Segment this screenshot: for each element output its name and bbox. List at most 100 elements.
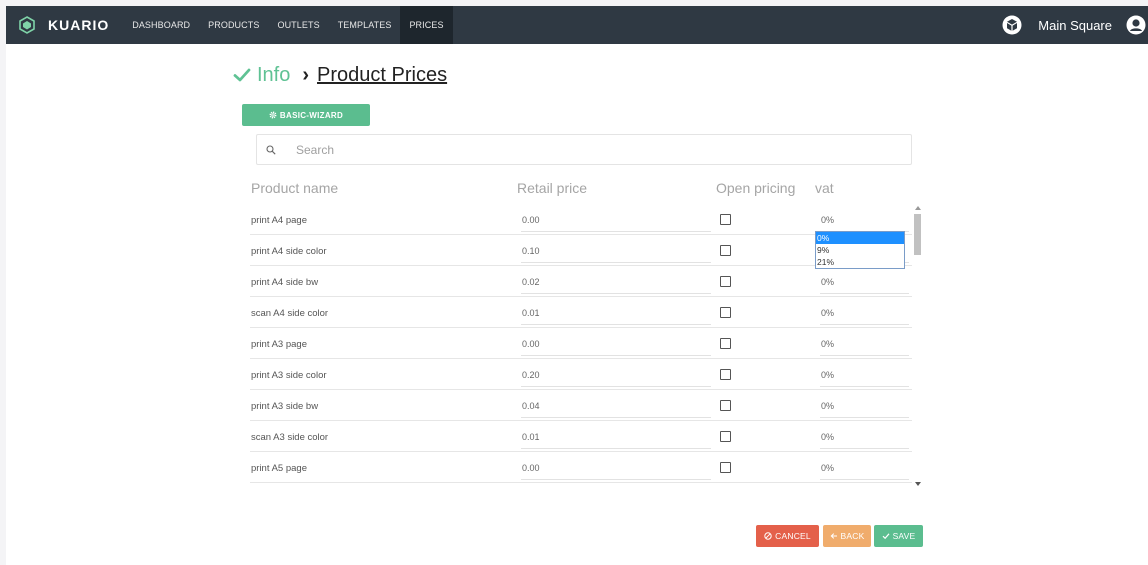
open-pricing-checkbox[interactable] <box>720 245 731 256</box>
vat-option-21[interactable]: 21% <box>816 256 904 268</box>
table-row: print A3 page 0.00 0% <box>250 328 912 359</box>
search-box[interactable] <box>256 134 912 165</box>
table-row: print A4 side bw 0.02 0% <box>250 266 912 297</box>
nav-item-products[interactable]: PRODUCTS <box>199 6 268 44</box>
vat-value: 0% <box>821 370 835 380</box>
vat-value: 0% <box>821 277 835 287</box>
cancel-icon <box>764 532 772 540</box>
check-small-icon <box>882 533 890 540</box>
retail-price-input[interactable]: 0.04 <box>521 398 711 418</box>
retail-price-value: 0.00 <box>522 463 540 473</box>
product-name: print A4 side bw <box>251 277 319 288</box>
product-name: print A4 page <box>251 215 307 226</box>
table-row: scan A3 side color 0.01 0% <box>250 421 912 452</box>
basic-wizard-button[interactable]: BASIC-WIZARD <box>242 104 370 126</box>
product-name: print A3 side color <box>251 370 327 381</box>
brand-name: KUARIO <box>48 17 110 33</box>
table-header: Product name Retail price Open pricing v… <box>6 180 1148 200</box>
user-icon[interactable] <box>1126 15 1146 35</box>
outlet-name[interactable]: Main Square <box>1038 18 1112 33</box>
vat-select[interactable]: 0% <box>820 429 909 449</box>
retail-price-input[interactable]: 0.01 <box>521 429 711 449</box>
nav-right: Main Square <box>1002 6 1148 44</box>
vat-select[interactable]: 0% <box>820 336 909 356</box>
back-label: BACK <box>840 531 865 541</box>
search-icon <box>266 144 276 155</box>
scroll-down-arrow-icon[interactable] <box>915 482 921 486</box>
breadcrumb-separator: › <box>302 63 310 86</box>
basic-wizard-label: BASIC-WIZARD <box>279 110 344 120</box>
breadcrumb-step-info[interactable]: Info <box>257 64 290 87</box>
vat-value: 0% <box>821 463 835 473</box>
vat-value: 0% <box>821 401 835 411</box>
table-row: print A4 page 0.00 0% <box>250 204 912 235</box>
vat-select[interactable]: 0% <box>820 212 909 232</box>
back-button[interactable]: BACK <box>823 525 871 547</box>
scrollbar-thumb[interactable] <box>914 214 921 255</box>
nav-item-templates[interactable]: TEMPLATES <box>329 6 401 44</box>
retail-price-input[interactable]: 0.00 <box>521 212 711 232</box>
vat-select[interactable]: 0% <box>820 367 909 387</box>
row-divider <box>250 482 912 483</box>
search-input[interactable] <box>294 141 878 158</box>
product-name: print A4 side color <box>251 246 327 257</box>
open-pricing-checkbox[interactable] <box>720 400 731 411</box>
breadcrumb: Info › Product Prices <box>233 60 447 90</box>
open-pricing-checkbox[interactable] <box>720 431 731 442</box>
vat-value: 0% <box>821 215 835 225</box>
check-icon <box>233 68 251 82</box>
column-header-vat: vat <box>815 180 834 196</box>
column-header-retail-price: Retail price <box>517 180 588 196</box>
table-row: scan A4 side color 0.01 0% <box>250 297 912 328</box>
vat-select[interactable]: 0% <box>820 398 909 418</box>
retail-price-input[interactable]: 0.01 <box>521 305 711 325</box>
open-pricing-checkbox[interactable] <box>720 307 731 318</box>
vat-select[interactable]: 0% <box>820 305 909 325</box>
cancel-button[interactable]: CANCEL <box>756 525 819 547</box>
table-row: print A5 page 0.00 0% <box>250 452 912 483</box>
table-row: print A3 side color 0.20 0% <box>250 359 912 390</box>
vat-value: 0% <box>821 432 835 442</box>
main-nav: DASHBOARD PRODUCTS OUTLETS TEMPLATES PRI… <box>123 6 453 44</box>
open-pricing-checkbox[interactable] <box>720 369 731 380</box>
retail-price-value: 0.01 <box>522 432 540 442</box>
table-row: print A4 side color 0.10 0% <box>250 235 912 266</box>
product-name: scan A3 side color <box>251 432 329 443</box>
table-body: print A4 page 0.00 0% print A4 side colo… <box>250 204 912 486</box>
open-pricing-checkbox[interactable] <box>720 338 731 349</box>
retail-price-input[interactable]: 0.10 <box>521 243 711 263</box>
brand[interactable]: KUARIO <box>18 16 109 34</box>
retail-price-value: 0.04 <box>522 401 540 411</box>
nav-item-prices[interactable]: PRICES <box>400 6 453 44</box>
product-name: print A3 page <box>251 339 307 350</box>
nav-item-dashboard[interactable]: DASHBOARD <box>123 6 199 44</box>
table-scrollbar[interactable] <box>913 206 923 486</box>
vat-select[interactable]: 0% <box>820 274 909 294</box>
top-navbar: KUARIO DASHBOARD PRODUCTS OUTLETS TEMPLA… <box>6 6 1148 44</box>
open-pricing-checkbox[interactable] <box>720 276 731 287</box>
open-pricing-checkbox[interactable] <box>720 214 731 225</box>
vat-value: 0% <box>821 308 835 318</box>
retail-price-input[interactable]: 0.02 <box>521 274 711 294</box>
kuario-logo-icon <box>19 16 35 34</box>
retail-price-input[interactable]: 0.00 <box>521 336 711 356</box>
retail-price-value: 0.00 <box>522 215 540 225</box>
vat-select[interactable]: 0% <box>820 460 909 480</box>
retail-price-input[interactable]: 0.20 <box>521 367 711 387</box>
page-title: Product Prices <box>317 63 448 86</box>
retail-price-value: 0.20 <box>522 370 540 380</box>
save-label: SAVE <box>892 531 916 541</box>
save-button[interactable]: SAVE <box>874 525 923 547</box>
vat-option-9[interactable]: 9% <box>816 244 904 256</box>
product-name: print A3 side bw <box>251 401 319 412</box>
retail-price-value: 0.02 <box>522 277 540 287</box>
nav-item-outlets[interactable]: OUTLETS <box>268 6 328 44</box>
vat-value: 0% <box>821 339 835 349</box>
vat-dropdown-list: 0% 9% 21% <box>815 231 905 269</box>
open-pricing-checkbox[interactable] <box>720 462 731 473</box>
table-row: print A3 side bw 0.04 0% <box>250 390 912 421</box>
cube-icon[interactable] <box>1002 15 1022 35</box>
retail-price-input[interactable]: 0.00 <box>521 460 711 480</box>
vat-option-0[interactable]: 0% <box>816 232 904 244</box>
scroll-up-arrow-icon[interactable] <box>915 206 921 210</box>
